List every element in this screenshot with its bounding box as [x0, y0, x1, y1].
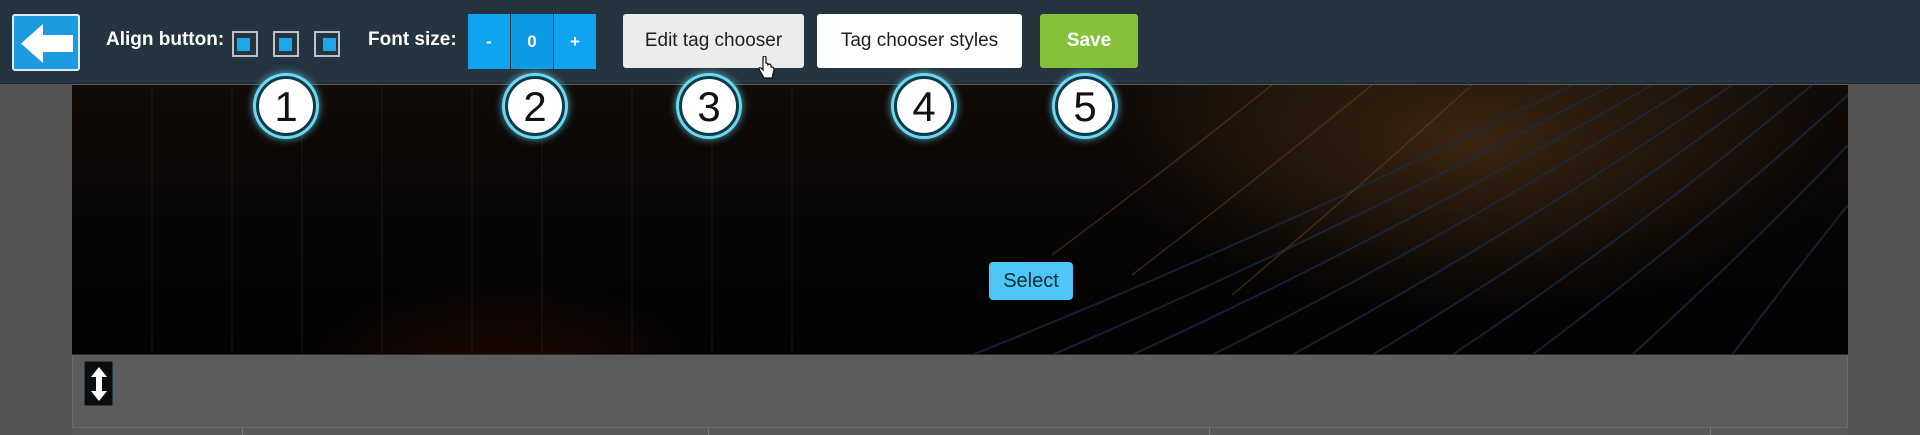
align-center-option[interactable]: [273, 31, 299, 57]
hand-pointer-icon: [758, 56, 775, 79]
hero-image-block[interactable]: Select: [72, 85, 1848, 355]
tag-chooser-styles-button[interactable]: Tag chooser styles: [817, 14, 1022, 68]
resize-handle[interactable]: [84, 361, 113, 406]
callout-5: 5: [1055, 76, 1115, 136]
font-size-label: Font size:: [368, 29, 457, 50]
back-button[interactable]: [12, 14, 80, 71]
align-left-option[interactable]: [232, 31, 258, 57]
font-size-decrease-button[interactable]: -: [468, 14, 510, 69]
align-right-icon: [323, 38, 336, 51]
column-divider: [242, 427, 243, 435]
align-left-icon: [237, 38, 250, 51]
next-content-block: [72, 427, 1848, 435]
select-button[interactable]: Select: [989, 262, 1073, 300]
callout-3: 3: [679, 76, 739, 136]
column-divider: [708, 427, 709, 435]
font-size-value: 0: [511, 14, 553, 69]
arrow-left-icon: [21, 24, 73, 63]
align-center-icon: [279, 38, 292, 51]
align-right-option[interactable]: [314, 31, 340, 57]
vertical-resize-icon: [91, 367, 107, 401]
light-streaks-background: [151, 85, 1848, 354]
save-button[interactable]: Save: [1040, 14, 1138, 68]
column-divider: [1710, 427, 1711, 435]
callout-1: 1: [256, 76, 316, 136]
editor-toolbar: Align button: Font size: - 0 + Edit tag …: [0, 0, 1920, 84]
callout-2: 2: [505, 76, 565, 136]
callout-4: 4: [894, 76, 954, 136]
column-divider: [1209, 427, 1210, 435]
align-button-label: Align button:: [106, 29, 225, 50]
font-size-increase-button[interactable]: +: [554, 14, 596, 69]
